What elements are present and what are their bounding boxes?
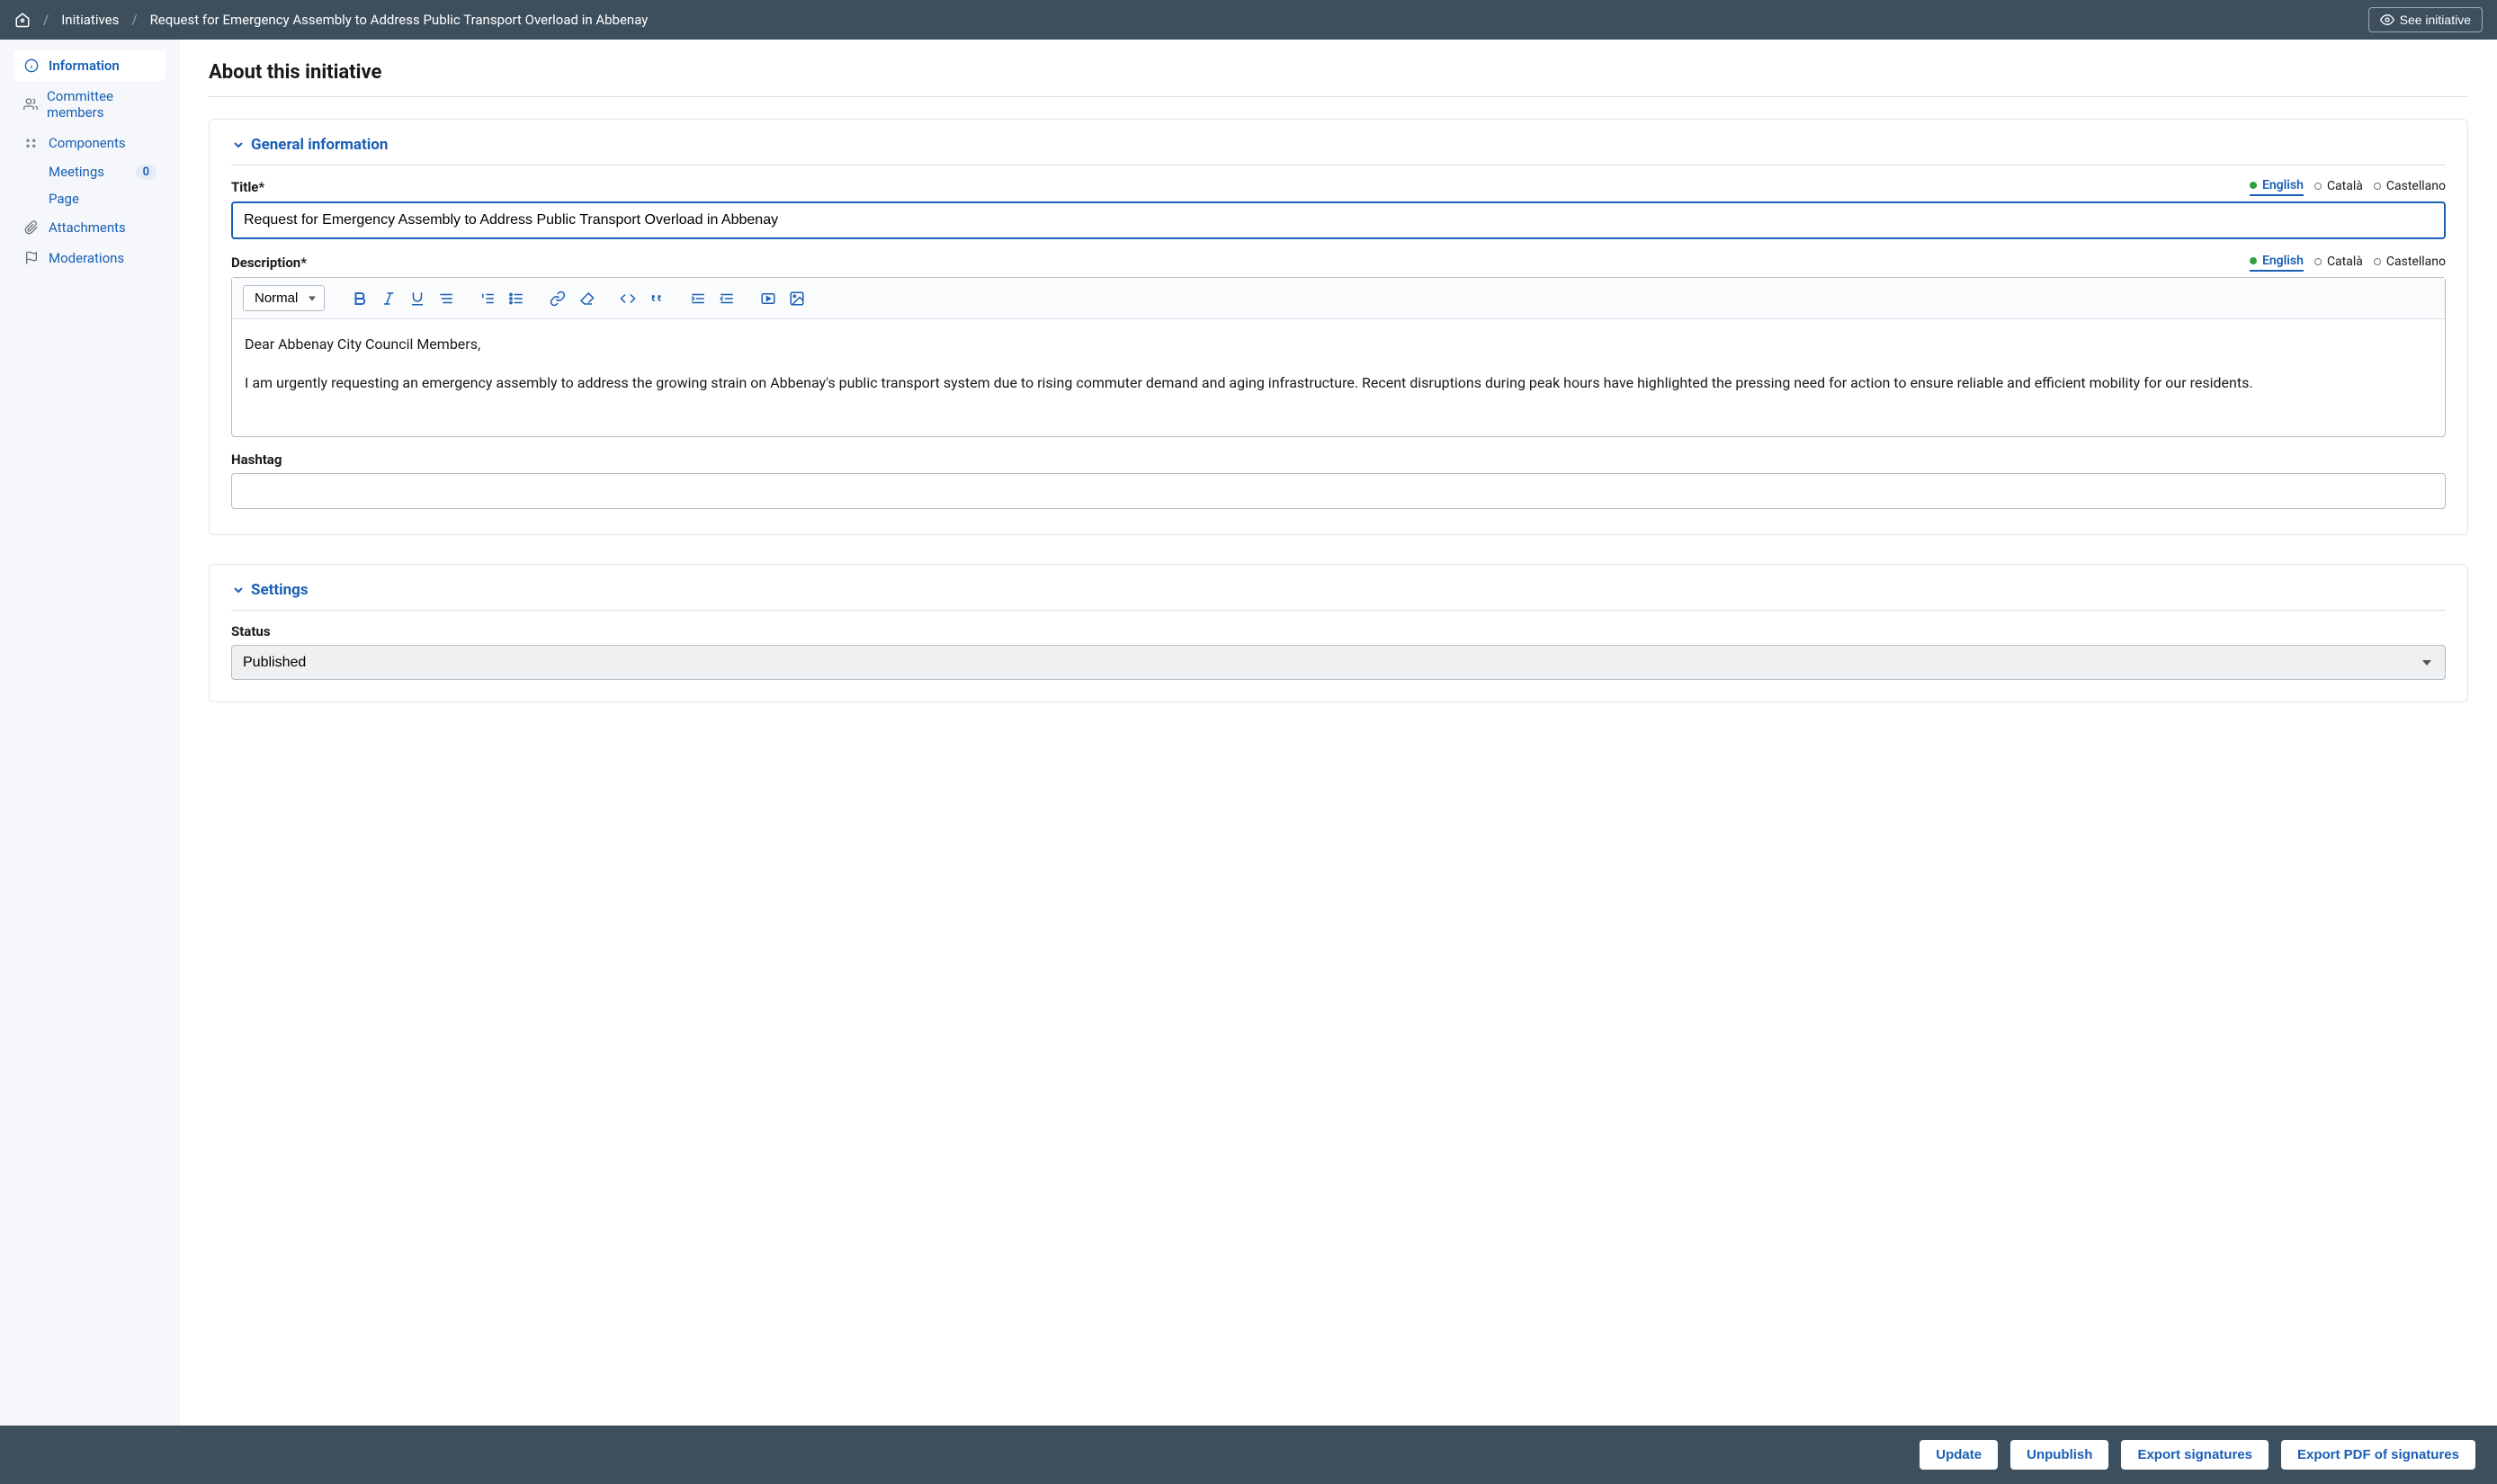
description-textarea[interactable]: Dear Abbenay City Council Members, I am …	[232, 319, 2445, 436]
link-button[interactable]	[548, 289, 568, 308]
eye-icon	[2380, 13, 2394, 27]
flag-icon	[23, 251, 40, 265]
description-editor: Normal	[231, 277, 2446, 437]
erase-button[interactable]	[577, 289, 596, 308]
breadcrumb-current: Request for Emergency Assembly to Addres…	[150, 12, 649, 28]
sidebar-item-information[interactable]: Information	[14, 50, 166, 81]
status-select[interactable]: Published	[231, 645, 2446, 680]
hashtag-label: Hashtag	[231, 451, 2446, 468]
sidebar-item-moderations[interactable]: Moderations	[14, 243, 166, 273]
sidebar-item-components[interactable]: Components	[14, 128, 166, 158]
lang-castellano[interactable]: Castellano	[2374, 178, 2446, 196]
strikethrough-button[interactable]	[436, 289, 456, 308]
see-initiative-button[interactable]: See initiative	[2368, 7, 2483, 32]
lang-dot-filled	[2250, 257, 2257, 264]
unordered-list-button[interactable]	[506, 289, 526, 308]
title-label: Title*	[231, 179, 264, 195]
export-signatures-button[interactable]: Export signatures	[2121, 1440, 2269, 1470]
users-icon	[23, 97, 38, 112]
bold-button[interactable]	[350, 289, 370, 308]
main-content: About this initiative General informatio…	[180, 40, 2497, 1426]
lang-english[interactable]: English	[2250, 178, 2304, 196]
breadcrumb-sep: /	[43, 12, 49, 28]
editor-toolbar: Normal	[232, 278, 2445, 319]
breadcrumb: / Initiatives / Request for Emergency As…	[14, 12, 648, 28]
page-title: About this initiative	[209, 61, 2468, 97]
lang-catala[interactable]: Català	[2314, 254, 2363, 272]
lang-dot-empty	[2374, 258, 2381, 265]
lang-dot-empty	[2314, 258, 2322, 265]
chevron-down-icon	[231, 138, 246, 152]
lang-dot-empty	[2314, 183, 2322, 190]
info-icon	[23, 58, 40, 73]
sidebar-item-committee-members[interactable]: Committee members	[14, 81, 166, 128]
title-lang-tabs: English Català Castellano	[2250, 178, 2446, 196]
sidebar-item-page[interactable]: Page	[14, 185, 166, 212]
video-button[interactable]	[758, 289, 778, 308]
status-label: Status	[231, 623, 2446, 639]
hashtag-input[interactable]	[231, 473, 2446, 509]
home-icon[interactable]	[14, 12, 31, 28]
description-lang-tabs: English Català Castellano	[2250, 254, 2446, 272]
update-button[interactable]: Update	[1920, 1440, 1998, 1470]
unpublish-button[interactable]: Unpublish	[2010, 1440, 2108, 1470]
italic-button[interactable]	[379, 289, 398, 308]
sidebar-item-meetings[interactable]: Meetings 0	[14, 158, 166, 185]
sidebar: Information Committee members Components…	[0, 40, 180, 1426]
settings-header[interactable]: Settings	[231, 581, 2446, 611]
lang-castellano[interactable]: Castellano	[2374, 254, 2446, 272]
settings-card: Settings Status Published	[209, 564, 2468, 702]
components-icon	[23, 136, 40, 150]
underline-button[interactable]	[407, 289, 427, 308]
indent-button[interactable]	[688, 289, 708, 308]
chevron-down-icon	[231, 583, 246, 597]
topbar: / Initiatives / Request for Emergency As…	[0, 0, 2497, 40]
sidebar-item-attachments[interactable]: Attachments	[14, 212, 166, 243]
general-information-card: General information Title* English Catal…	[209, 119, 2468, 535]
format-select[interactable]: Normal	[243, 285, 325, 311]
breadcrumb-initiatives[interactable]: Initiatives	[61, 12, 119, 28]
image-button[interactable]	[787, 289, 807, 308]
export-pdf-button[interactable]: Export PDF of signatures	[2281, 1440, 2475, 1470]
bottombar: Update Unpublish Export signatures Expor…	[0, 1426, 2497, 1484]
general-information-header[interactable]: General information	[231, 136, 2446, 165]
quote-button[interactable]	[647, 289, 667, 308]
meetings-count-badge: 0	[136, 165, 157, 180]
outdent-button[interactable]	[717, 289, 737, 308]
title-input[interactable]	[231, 201, 2446, 239]
lang-catala[interactable]: Català	[2314, 178, 2363, 196]
code-button[interactable]	[618, 289, 638, 308]
lang-dot-filled	[2250, 182, 2257, 189]
breadcrumb-sep: /	[131, 12, 137, 28]
lang-dot-empty	[2374, 183, 2381, 190]
attachment-icon	[23, 220, 40, 235]
ordered-list-button[interactable]	[478, 289, 497, 308]
description-label: Description*	[231, 255, 307, 271]
lang-english[interactable]: English	[2250, 254, 2304, 272]
